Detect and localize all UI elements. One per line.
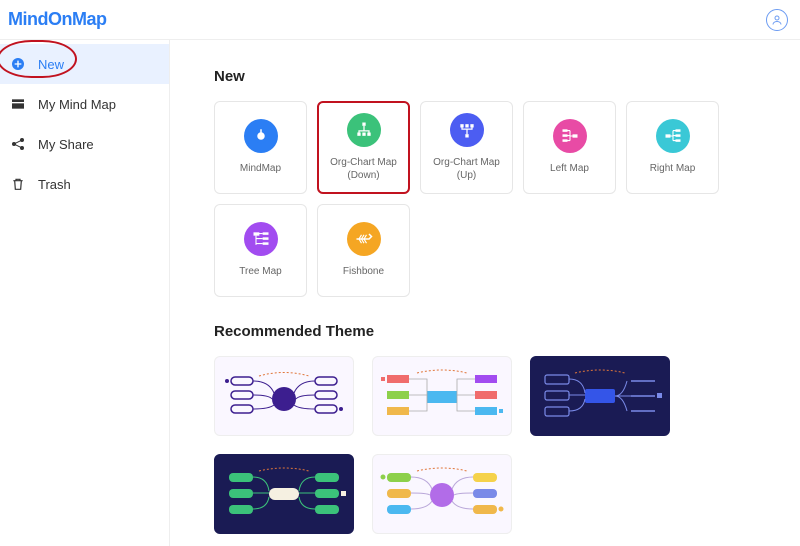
card-org-chart-down[interactable]: Org-Chart Map (Down): [317, 101, 410, 194]
sidebar-item-trash[interactable]: Trash: [0, 164, 169, 204]
theme-preview-icon: [377, 459, 507, 529]
theme-preview-icon: [535, 361, 665, 431]
app-layout: New My Mind Map My Share Trash New: [0, 40, 800, 546]
theme-purple-radial[interactable]: [214, 356, 354, 436]
trash-icon: [10, 176, 26, 192]
user-icon: [771, 14, 783, 26]
fishbone-icon: [347, 222, 381, 256]
theme-pastel-radial[interactable]: [372, 454, 512, 534]
card-left-map[interactable]: Left Map: [523, 101, 616, 194]
share-icon: [10, 136, 26, 152]
folder-icon: [10, 96, 26, 112]
theme-preview-icon: [219, 361, 349, 431]
org-up-icon: [450, 113, 484, 147]
theme-rainbow-blocks[interactable]: [372, 356, 512, 436]
card-mindmap[interactable]: MindMap: [214, 101, 307, 194]
sidebar-item-label: New: [38, 57, 64, 72]
card-right-map[interactable]: Right Map: [626, 101, 719, 194]
card-label: Org-Chart Map (Up): [421, 157, 512, 182]
theme-preview-icon: [219, 459, 349, 529]
right-map-icon: [656, 119, 690, 153]
app-logo: MindOnMap: [8, 9, 107, 30]
sidebar-item-new[interactable]: New: [0, 44, 169, 84]
card-fishbone[interactable]: Fishbone: [317, 204, 410, 297]
org-down-icon: [347, 113, 381, 147]
mindmap-icon: [244, 119, 278, 153]
card-org-chart-up[interactable]: Org-Chart Map (Up): [420, 101, 513, 194]
card-label: Left Map: [546, 163, 593, 176]
new-section-title: New: [214, 68, 800, 85]
card-label: Tree Map: [235, 266, 285, 279]
tree-map-icon: [244, 222, 278, 256]
card-tree-map[interactable]: Tree Map: [214, 204, 307, 297]
card-label: Right Map: [646, 163, 700, 176]
sidebar-item-my-share[interactable]: My Share: [0, 124, 169, 164]
main-panel: New MindMap Org-Chart Map (Down) Org-Cha…: [170, 40, 800, 546]
app-header: MindOnMap: [0, 0, 800, 40]
sidebar-item-label: My Mind Map: [38, 97, 116, 112]
theme-dark-green[interactable]: [214, 454, 354, 534]
plus-circle-icon: [10, 56, 26, 72]
theme-dark-navy[interactable]: [530, 356, 670, 436]
sidebar-item-my-mind-map[interactable]: My Mind Map: [0, 84, 169, 124]
template-grid: MindMap Org-Chart Map (Down) Org-Chart M…: [214, 101, 800, 297]
sidebar-item-label: Trash: [38, 177, 71, 192]
sidebar-item-label: My Share: [38, 137, 94, 152]
card-label: MindMap: [236, 163, 285, 176]
logo-text: indOnMap: [23, 9, 107, 29]
left-map-icon: [553, 119, 587, 153]
sidebar: New My Mind Map My Share Trash: [0, 40, 170, 546]
theme-preview-icon: [377, 361, 507, 431]
themes-section-title: Recommended Theme: [214, 323, 800, 340]
themes-grid: [214, 356, 800, 534]
card-label: Fishbone: [339, 266, 388, 279]
card-label: Org-Chart Map (Down): [319, 157, 408, 182]
user-avatar-button[interactable]: [766, 9, 788, 31]
